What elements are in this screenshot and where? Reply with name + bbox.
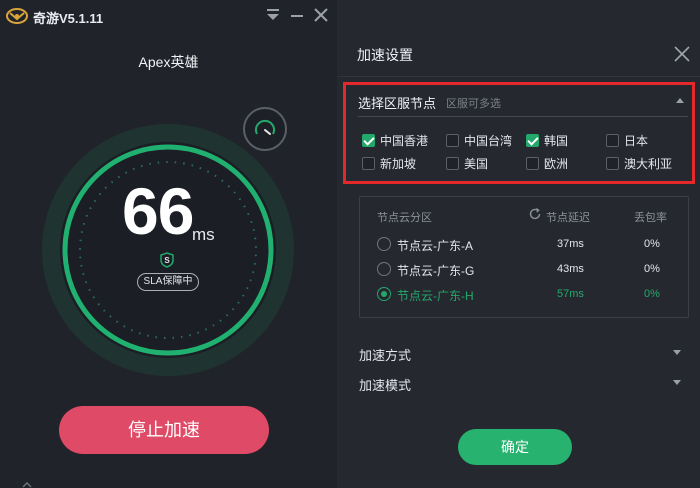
acceleration-settings-panel: 加速设置 选择区服节点 区服可多选 中国香港 中国台湾 韩国 日本 新加坡 美国… (337, 0, 700, 488)
minimize-button[interactable] (288, 6, 306, 24)
checkbox-checked (362, 133, 375, 147)
confirm-button[interactable]: 确定 (458, 429, 572, 465)
dropdown-icon (267, 9, 279, 20)
latency-unit: ms (192, 225, 215, 244)
region-divider (358, 116, 688, 117)
column-header-latency: 节点延迟 (546, 212, 590, 224)
region-hint: 区服可多选 (446, 98, 501, 110)
panel-title: 加速设置 (357, 47, 413, 63)
radio-button-selected (377, 287, 391, 301)
region-checkbox-singapore[interactable]: 新加坡 (362, 155, 416, 171)
title-bar: 奇游V5.1.11 (0, 0, 337, 32)
checkbox (606, 133, 619, 147)
svg-text:S: S (164, 256, 170, 265)
region-selection-section: 选择区服节点 区服可多选 中国香港 中国台湾 韩国 日本 新加坡 美国 欧洲 澳… (343, 82, 695, 184)
node-row[interactable]: 节点云-广东-G 43ms 0% (360, 259, 690, 279)
column-header-loss: 丢包率 (634, 212, 667, 224)
accel-method-dropdown[interactable]: 加速方式 (359, 342, 683, 363)
node-row-selected[interactable]: 节点云-广东-H 57ms 0% (360, 284, 690, 304)
game-title: Apex英雄 (138, 54, 199, 70)
close-icon (314, 8, 328, 22)
radio-button (377, 262, 391, 276)
collapse-caret-icon[interactable] (676, 98, 684, 103)
node-table: 节点云分区 节点延迟 丢包率 节点云-广东-A 37ms 0% 节点云-广东-G… (359, 196, 689, 318)
region-checkbox-europe[interactable]: 欧洲 (526, 155, 568, 171)
chevron-down-icon (673, 380, 681, 385)
checkbox (362, 156, 375, 170)
close-icon[interactable] (673, 45, 691, 63)
region-checkbox-taiwan[interactable]: 中国台湾 (446, 132, 512, 148)
region-checkbox-korea[interactable]: 韩国 (526, 132, 568, 148)
checkbox (446, 133, 459, 147)
stop-acceleration-button[interactable]: 停止加速 (59, 406, 269, 454)
latency-dial (42, 124, 294, 376)
region-checkbox-japan[interactable]: 日本 (606, 132, 648, 148)
minimize-icon (291, 15, 303, 17)
latency-value: 66 (122, 174, 194, 248)
close-app-button[interactable] (312, 6, 330, 24)
gauge-icon (255, 119, 275, 135)
sla-status-badge: SLA保障中 (137, 273, 199, 291)
main-panel: 奇游V5.1.11 Apex英雄 66 ms S SLA保障中 停止加速 (0, 0, 337, 488)
column-header-region: 节点云分区 (377, 212, 432, 224)
checkbox (446, 156, 459, 170)
node-row[interactable]: 节点云-广东-A 37ms 0% (360, 234, 690, 254)
app-logo-icon (6, 8, 28, 24)
checkbox (606, 156, 619, 170)
region-checkbox-australia[interactable]: 澳大利亚 (606, 155, 672, 171)
speed-test-button[interactable] (243, 107, 287, 151)
divider (337, 76, 700, 77)
accel-mode-dropdown[interactable]: 加速模式 (359, 372, 683, 393)
checkbox (526, 156, 539, 170)
refresh-icon[interactable] (528, 207, 542, 221)
expand-icon[interactable] (22, 482, 32, 488)
region-heading: 选择区服节点 (358, 96, 437, 111)
chevron-down-icon (673, 350, 681, 355)
dropdown-menu-button[interactable] (264, 6, 282, 24)
region-checkbox-hongkong[interactable]: 中国香港 (362, 132, 428, 148)
region-checkbox-usa[interactable]: 美国 (446, 155, 488, 171)
shield-icon: S (160, 252, 174, 268)
checkbox-checked (526, 133, 539, 147)
radio-button (377, 237, 391, 251)
app-title: 奇游V5.1.11 (33, 11, 104, 26)
